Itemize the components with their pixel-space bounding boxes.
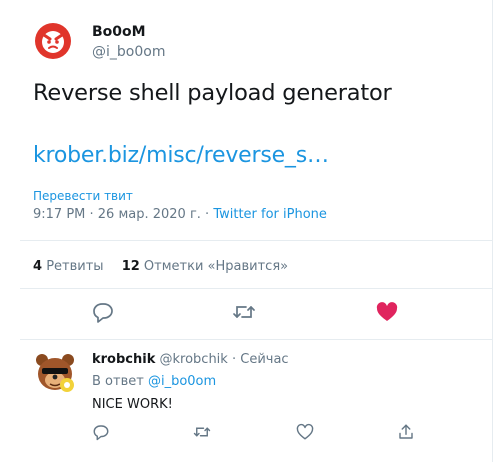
divider <box>20 339 493 340</box>
tweet-timestamp[interactable]: 9:17 PM · 26 мар. 2020 г. · <box>33 207 213 222</box>
reply-share-button[interactable] <box>397 423 415 441</box>
in-reply-to-label: В ответ <box>92 374 144 389</box>
retweet-icon <box>233 306 255 318</box>
angry-face-logo-icon <box>35 23 71 59</box>
heart-outline-icon <box>296 423 314 440</box>
retweets-label: Ретвиты <box>46 259 104 274</box>
tweet-link[interactable]: krober.biz/misc/reverse_s… <box>33 143 329 168</box>
tweet-meta: 9:17 PM · 26 мар. 2020 г. · Twitter for … <box>33 207 327 222</box>
likes-stat[interactable]: 12 Отметки «Нравится» <box>122 259 288 274</box>
retweets-count: 4 <box>33 259 43 274</box>
reply-author-name[interactable]: krobchik <box>92 352 155 367</box>
reply-retweet-button[interactable] <box>193 423 211 441</box>
reply-author-handle[interactable]: @krobchik <box>160 352 228 367</box>
bear-with-sunglasses-avatar-icon <box>36 354 74 392</box>
reply-icon <box>93 303 113 323</box>
retweet-icon <box>193 427 211 437</box>
tweet-text: Reverse shell payload generator <box>33 80 392 106</box>
likes-count: 12 <box>121 259 140 274</box>
main-tweet: Bo0oM @i_bo0om Reverse shell payload gen… <box>0 0 493 340</box>
tweet-stats: 4 Ретвиты 12 Отметки «Нравится» <box>33 259 302 274</box>
conversation-panel: Bo0oM @i_bo0om Reverse shell payload gen… <box>0 0 493 462</box>
avatar-bo0om[interactable] <box>34 22 72 60</box>
tweet-actions <box>0 300 493 330</box>
retweets-stat[interactable]: 4 Ретвиты <box>33 259 104 274</box>
reply-time[interactable]: Сейчас <box>240 352 288 367</box>
reply-icon <box>93 425 109 441</box>
reply-separator: · <box>231 352 237 367</box>
author-handle[interactable]: @i_bo0om <box>92 44 165 60</box>
reply-text: NICE WORK! <box>92 397 173 412</box>
heart-filled-icon <box>376 302 398 321</box>
reply-header: krobchik @krobchik · Сейчас <box>92 352 289 367</box>
in-reply-to: В ответ @i_bo0om <box>92 374 216 389</box>
share-icon <box>399 424 413 439</box>
reply-button[interactable] <box>91 300 115 324</box>
likes-label: Отметки «Нравится» <box>143 259 289 274</box>
retweet-button[interactable] <box>232 300 256 324</box>
tweet-source[interactable]: Twitter for iPhone <box>213 207 327 222</box>
divider <box>20 288 493 289</box>
avatar-krobchik[interactable] <box>33 351 77 395</box>
reply-tweet[interactable]: krobchik @krobchik · Сейчас В ответ @i_b… <box>0 341 493 462</box>
like-button[interactable] <box>375 300 399 324</box>
author-name[interactable]: Bo0oM <box>92 24 146 40</box>
translate-tweet-link[interactable]: Перевести твит <box>33 189 133 203</box>
reply-reply-button[interactable] <box>92 423 110 441</box>
divider <box>20 240 493 241</box>
in-reply-to-handle[interactable]: @i_bo0om <box>148 374 216 389</box>
reply-like-button[interactable] <box>296 423 314 441</box>
